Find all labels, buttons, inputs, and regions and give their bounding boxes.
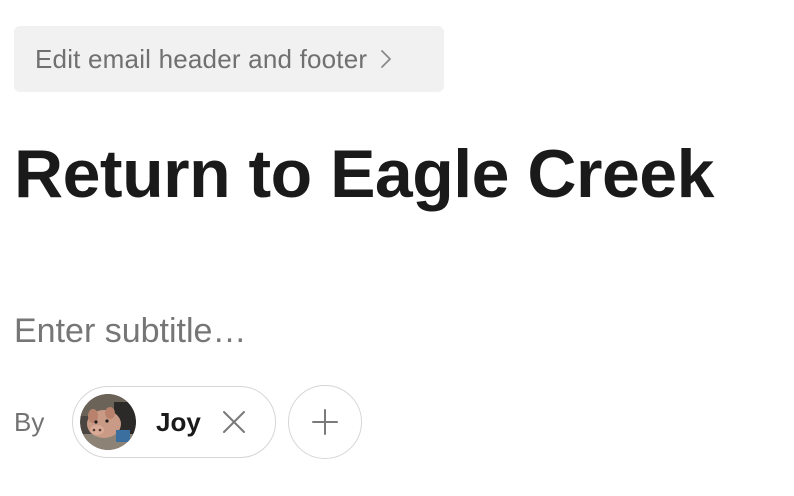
- author-chip[interactable]: Joy: [72, 386, 276, 458]
- close-icon: [222, 411, 245, 433]
- avatar: [80, 394, 136, 450]
- byline: By Joy: [14, 385, 362, 459]
- remove-author-button[interactable]: [221, 409, 247, 435]
- post-editor: Edit email header and footer Return to E…: [0, 0, 794, 496]
- edit-header-footer-button[interactable]: Edit email header and footer: [14, 26, 444, 92]
- subtitle-input[interactable]: [14, 306, 714, 356]
- plus-icon: [312, 409, 338, 435]
- by-label: By: [14, 406, 45, 437]
- edit-header-footer-label: Edit email header and footer: [35, 43, 368, 74]
- post-title[interactable]: Return to Eagle Creek: [14, 132, 714, 216]
- add-author-button[interactable]: [288, 385, 362, 459]
- author-name: Joy: [156, 406, 201, 437]
- chevron-right-icon: [379, 49, 393, 69]
